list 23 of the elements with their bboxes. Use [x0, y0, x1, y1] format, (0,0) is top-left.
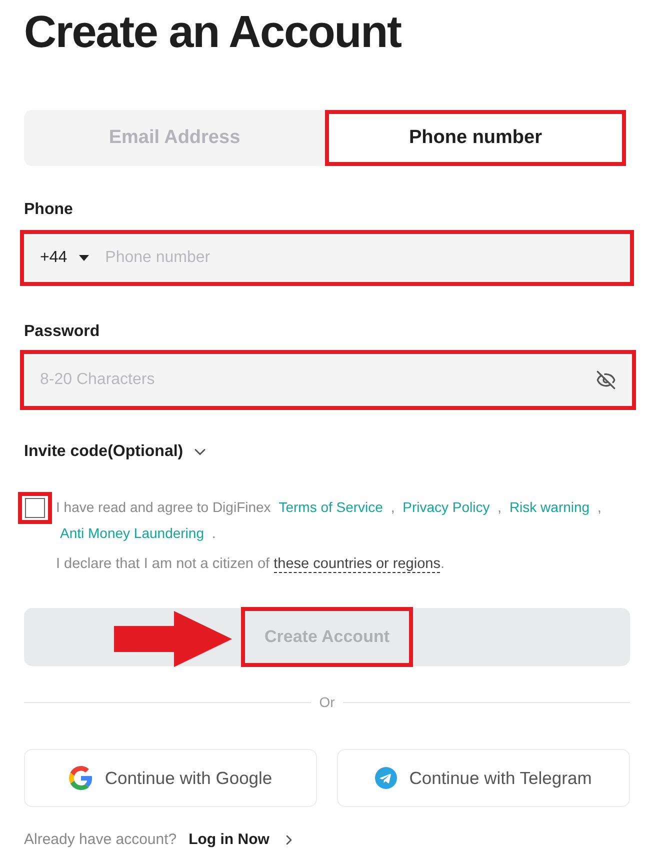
- country-code-select[interactable]: +44: [40, 246, 90, 270]
- caret-icon: [79, 255, 90, 261]
- page-title: Create an Account: [24, 5, 402, 59]
- password-field[interactable]: 8-20 Characters: [24, 354, 632, 406]
- social-login-button[interactable]: Continue with Telegram: [337, 748, 630, 807]
- phone-number-input[interactable]: Phone number: [105, 246, 614, 270]
- divider-label: Or: [319, 692, 335, 712]
- login-link[interactable]: Log in Now: [188, 828, 298, 852]
- eye-off-icon[interactable]: [596, 370, 616, 390]
- countries-link[interactable]: these countries or regions: [274, 556, 440, 573]
- google-icon: [68, 766, 93, 790]
- phone-field[interactable]: +44 Phone number: [24, 234, 630, 282]
- field-label: Password: [24, 322, 101, 342]
- checkbox[interactable]: [25, 498, 45, 518]
- field-label: Phone: [24, 200, 74, 220]
- paper-plane-icon: [375, 766, 398, 789]
- agreement-text: I have read and agree to DigiFinex Terms of Service , Privacy Policy , Risk warning , Anti Money Laundering .: [56, 498, 602, 543]
- footer-text: Already have account?: [24, 830, 177, 850]
- declaration-text: I declare that I am not a citizen of these countries or regions.: [56, 555, 446, 575]
- social-login-button[interactable]: Continue with Google: [24, 748, 317, 807]
- invite-code-toggle[interactable]: Invite code(Optional): [24, 440, 210, 464]
- password-input[interactable]: 8-20 Characters: [40, 368, 596, 392]
- tab[interactable]: Phone number: [325, 110, 626, 166]
